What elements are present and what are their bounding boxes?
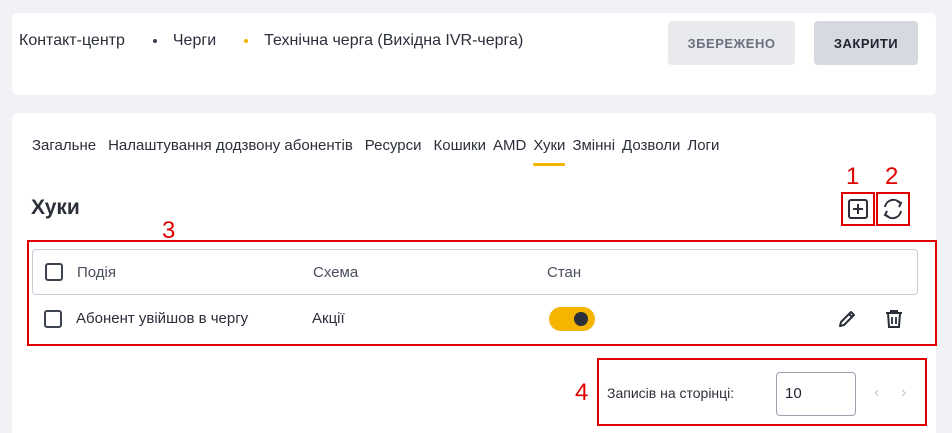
row-event: Абонент увійшов в чергу (76, 310, 249, 327)
rows-per-page-select[interactable]: 10 (776, 372, 856, 416)
breadcrumb-separator (152, 39, 157, 43)
page-title: Хуки (31, 196, 80, 219)
tab-variables[interactable]: Змінні (572, 137, 615, 154)
annotation-4: 4 (575, 379, 589, 406)
close-button[interactable]: ЗАКРИТИ (814, 21, 918, 65)
tab-buckets[interactable]: Кошики (434, 137, 486, 154)
rows-per-page-label: Записів на сторінці: (607, 385, 735, 401)
breadcrumb: Контакт-центр Черги Технічна черга (Вихі… (19, 32, 523, 50)
header-card (12, 13, 936, 95)
table-row: Абонент увійшов в чергу Акції (32, 298, 918, 340)
annotation-1: 1 (846, 163, 860, 190)
tab-logs[interactable]: Логи (687, 137, 719, 154)
column-schema: Схема (313, 264, 359, 281)
tab-resources[interactable]: Ресурси (365, 137, 422, 154)
row-schema[interactable]: Акції (312, 310, 345, 327)
next-page-icon[interactable]: › (901, 384, 906, 402)
pencil-icon (839, 311, 855, 327)
table-header: Подія Схема Стан (32, 249, 918, 295)
annotation-2: 2 (885, 163, 899, 190)
add-hook-button[interactable] (841, 192, 875, 226)
add-square-icon (848, 199, 868, 219)
tab-general[interactable]: Загальне (32, 137, 96, 154)
hooks-table: Подія Схема Стан Абонент увійшов в чергу… (27, 240, 937, 346)
column-state: Стан (547, 264, 582, 281)
content-card: Загальне Налаштування додзвону абонентів… (12, 113, 937, 433)
tab-permissions[interactable]: Дозволи (622, 137, 680, 154)
toggle-knob (574, 312, 588, 326)
prev-page-icon[interactable]: ‹ (874, 384, 879, 402)
delete-button[interactable] (881, 306, 907, 332)
edit-button[interactable] (834, 306, 860, 332)
tab-dialing-settings[interactable]: Налаштування додзвону абонентів (108, 137, 353, 154)
trash-icon (886, 310, 902, 328)
breadcrumb-separator-active (244, 39, 249, 43)
state-toggle[interactable] (549, 307, 595, 331)
refresh-icon (883, 198, 903, 220)
breadcrumb-queues[interactable]: Черги (173, 32, 216, 50)
select-all-checkbox[interactable] (45, 263, 63, 281)
column-event: Подія (77, 264, 117, 281)
tab-bar: Загальне Налаштування додзвону абонентів… (32, 137, 726, 166)
row-checkbox[interactable] (44, 310, 62, 328)
tab-hooks[interactable]: Хуки (533, 137, 566, 166)
breadcrumb-contact-center[interactable]: Контакт-центр (19, 32, 125, 50)
saved-button[interactable]: ЗБЕРЕЖЕНО (668, 21, 795, 65)
tab-amd[interactable]: AMD (493, 137, 526, 154)
refresh-button[interactable] (876, 192, 910, 226)
breadcrumb-current: Технічна черга (Вихідна IVR-черга) (264, 32, 524, 49)
pagination: Записів на сторінці: 10 ‹ › (597, 358, 927, 426)
